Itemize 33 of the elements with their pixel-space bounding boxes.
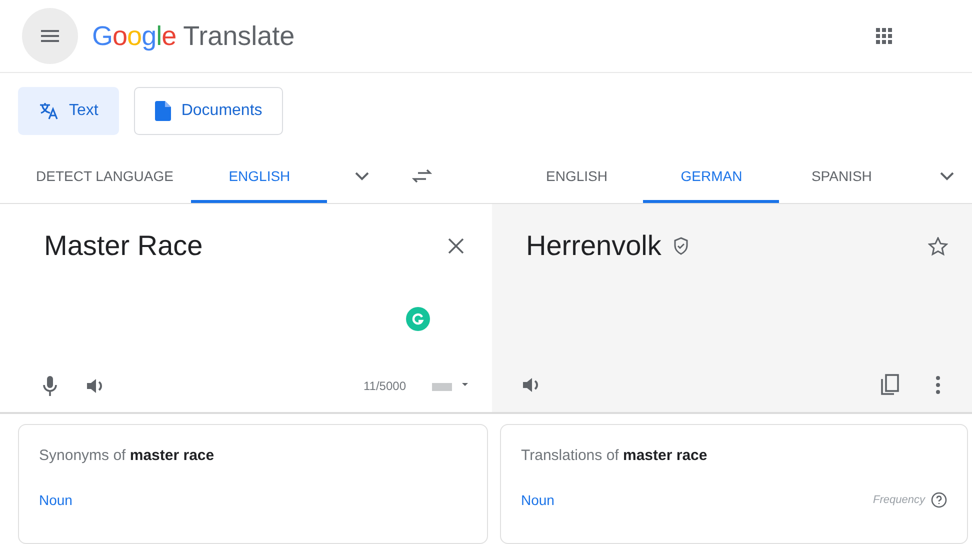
source-text[interactable]: Master Race [44,230,203,262]
microphone-button[interactable] [40,376,60,396]
chevron-down-icon [355,172,370,181]
character-counter: 11/5000 [364,379,406,394]
mode-tab[interactable]: Text [18,87,120,136]
frequency-label: Frequency [873,494,925,506]
translated-text: Herrenvolk [526,230,662,262]
save-star-button[interactable] [926,236,950,256]
menu-icon [41,30,59,42]
keyboard-icon [432,381,468,392]
chevron-down-icon [940,172,954,181]
card-title: Synonyms of master race [39,447,216,464]
mode-tab[interactable]: Documents [134,87,284,136]
translate-icon [39,102,59,120]
card-title: Translations of master race [521,447,708,464]
product-name: Translate [183,20,295,52]
logo-wordmark: Google [92,20,176,52]
more-vertical-icon [936,376,940,394]
microphone-icon [43,376,57,396]
apps-grid-icon [876,28,892,44]
grammar-check-icon [406,307,430,332]
close-icon [448,238,464,254]
document-icon [155,101,172,122]
star-icon [928,236,948,256]
swap-icon [412,169,432,184]
language-tab[interactable]: SPANISH [801,149,882,204]
language-tab[interactable]: DETECT LANGUAGE [18,149,192,204]
copy-icon [881,374,899,396]
language-tab[interactable]: ENGLISH [518,149,636,204]
part-of-speech: Noun [521,492,554,508]
help-icon [931,492,947,508]
copy-button[interactable] [878,374,902,396]
part-of-speech: Noun [39,492,72,508]
